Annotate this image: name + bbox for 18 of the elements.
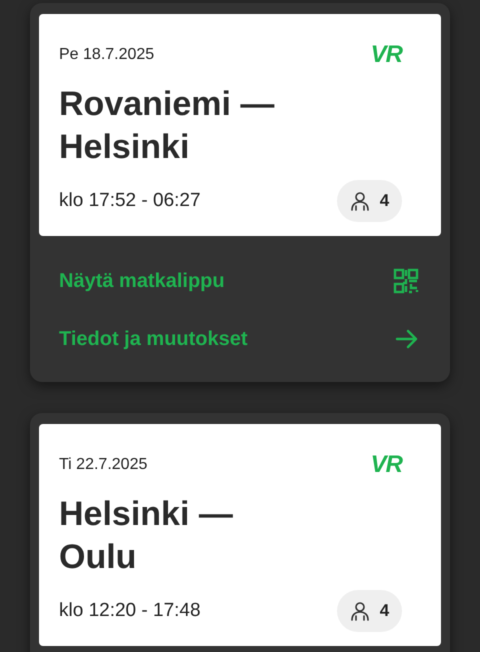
passenger-count: 4 (380, 190, 390, 212)
route-title: Rovaniemi — Helsinki (59, 84, 276, 168)
person-icon (350, 601, 370, 621)
brand-logo: VR (370, 44, 402, 66)
trip-card[interactable]: Ti 22.7.2025 VR Helsinki — Oulu klo 12:20 - 17:48 4 (30, 413, 450, 652)
trip-card[interactable]: Pe 18.7.2025 VR Rovaniemi — Helsinki klo 17:52 - 06:27 4 Näytä matkalippu Tiedot ja muutokset (30, 3, 450, 382)
arrow-right-icon (395, 329, 419, 349)
details-link[interactable]: Tiedot ja muutokset (59, 324, 248, 354)
trip-date: Pe 18.7.2025 (59, 45, 154, 65)
route-title: Helsinki — Oulu (59, 494, 234, 578)
passenger-count: 4 (380, 600, 390, 622)
brand-logo: VR (370, 454, 402, 476)
trip-date: Ti 22.7.2025 (59, 455, 148, 475)
show-ticket-link[interactable]: Näytä matkalippu (59, 266, 225, 296)
trip-time: klo 17:52 - 06:27 (59, 188, 201, 213)
trip-time: klo 12:20 - 17:48 (59, 598, 201, 623)
qr-code-icon (393, 268, 419, 294)
person-icon (350, 191, 370, 211)
